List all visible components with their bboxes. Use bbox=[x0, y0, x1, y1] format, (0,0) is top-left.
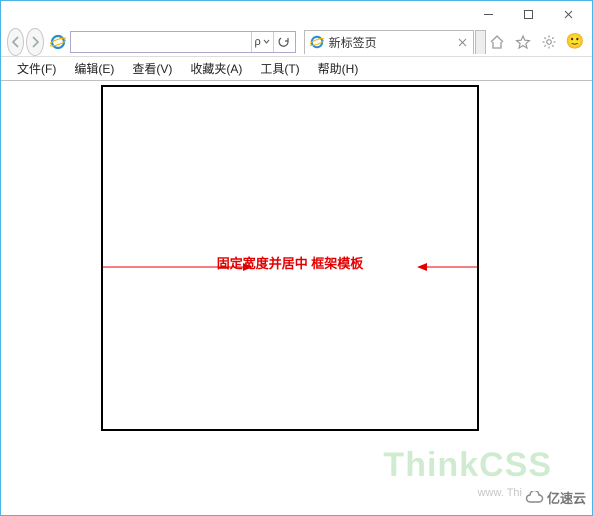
titlebar bbox=[1, 1, 592, 27]
minimize-button[interactable] bbox=[468, 4, 508, 24]
tab-label: 新标签页 bbox=[329, 34, 455, 51]
arrow-right-icon bbox=[417, 260, 477, 274]
menu-item-view[interactable]: 查看(V) bbox=[124, 58, 180, 79]
new-tab-button[interactable] bbox=[475, 30, 486, 54]
annotation: 固定宽度并居中 框架模板 bbox=[103, 251, 477, 281]
menu-item-edit[interactable]: 编辑(E) bbox=[66, 58, 122, 79]
watermark-thinkcss: ThinkCSS bbox=[383, 446, 552, 485]
star-icon[interactable] bbox=[514, 33, 532, 51]
menubar: 文件(F) 编辑(E) 查看(V) 收藏夹(A) 工具(T) 帮助(H) bbox=[1, 57, 592, 81]
menu-item-favorites[interactable]: 收藏夹(A) bbox=[182, 58, 250, 79]
close-button[interactable] bbox=[548, 4, 588, 24]
forward-button[interactable] bbox=[26, 28, 43, 56]
toolbar-icons: 🙂 bbox=[488, 33, 588, 51]
ie-icon bbox=[309, 34, 325, 50]
maximize-button[interactable] bbox=[508, 4, 548, 24]
menu-item-tools[interactable]: 工具(T) bbox=[252, 58, 307, 79]
watermark-brand-text: 亿速云 bbox=[547, 488, 586, 507]
address-bar[interactable]: ρ bbox=[70, 31, 296, 53]
ie-icon bbox=[50, 33, 66, 51]
menu-item-file[interactable]: 文件(F) bbox=[9, 58, 64, 79]
tab-current[interactable]: 新标签页 bbox=[304, 30, 474, 54]
menu-item-help[interactable]: 帮助(H) bbox=[310, 58, 367, 79]
annotation-text: 固定宽度并居中 框架模板 bbox=[217, 253, 364, 272]
home-icon[interactable] bbox=[488, 33, 506, 51]
cloud-icon bbox=[524, 491, 544, 505]
toolbar: ρ 新标签页 bbox=[1, 27, 592, 57]
address-input[interactable] bbox=[71, 32, 251, 52]
tab-close-button[interactable] bbox=[455, 34, 471, 50]
centered-box: 固定宽度并居中 框架模板 bbox=[101, 85, 479, 431]
search-hint: ρ bbox=[254, 36, 262, 48]
browser-window: ρ 新标签页 bbox=[0, 0, 593, 516]
watermark-brand: 亿速云 bbox=[524, 488, 586, 507]
gear-icon[interactable] bbox=[540, 33, 558, 51]
smile-icon[interactable]: 🙂 bbox=[566, 33, 584, 51]
arrow-left-icon bbox=[103, 260, 253, 274]
back-button[interactable] bbox=[7, 28, 24, 56]
watermark-sub: www. Thi bbox=[478, 487, 522, 499]
search-button[interactable]: ρ bbox=[251, 32, 273, 52]
refresh-button[interactable] bbox=[273, 32, 295, 52]
